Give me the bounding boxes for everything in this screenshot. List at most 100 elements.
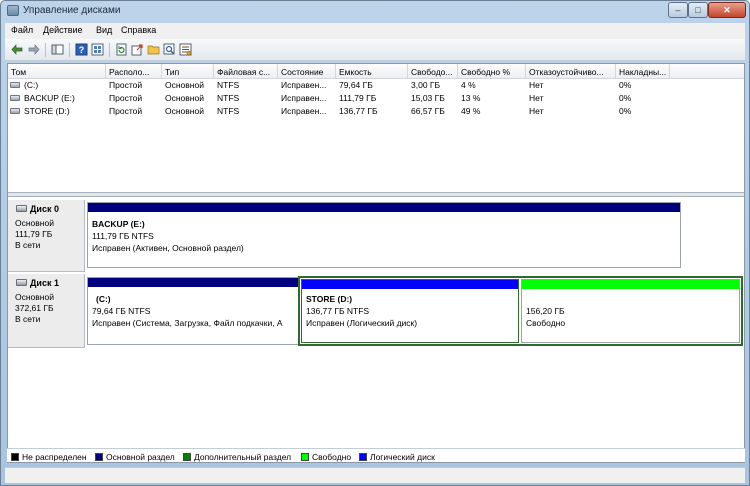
volume-status: Исправен... xyxy=(281,93,327,103)
title-bar: Управление дисками – □ ✕ xyxy=(1,1,749,21)
volume-row[interactable]: BACKUP (E:) Простой Основной NTFS Исправ… xyxy=(8,92,744,105)
volume-layout: Простой xyxy=(109,93,143,103)
disk-type: Основной xyxy=(15,218,54,228)
show-hide-console-tree-icon[interactable] xyxy=(51,43,64,56)
column-header-layout[interactable]: Располо... xyxy=(106,64,162,79)
back-arrow-icon[interactable] xyxy=(11,43,24,56)
disk-management-window: Управление дисками – □ ✕ Файл Действие В… xyxy=(0,0,750,486)
disk-type: Основной xyxy=(15,292,54,302)
volume-percent-free: 4 % xyxy=(461,80,476,90)
column-header-status[interactable]: Состояние xyxy=(278,64,336,79)
volume-row[interactable]: STORE (D:) Простой Основной NTFS Исправе… xyxy=(8,105,744,118)
drive-icon xyxy=(10,95,20,101)
extended-partition[interactable]: STORE (D:) 136,77 ГБ NTFS Исправен (Логи… xyxy=(298,276,743,346)
toolbar-separator xyxy=(69,43,70,57)
volume-list-header: Том Располо... Тип Файловая с... Состоян… xyxy=(8,64,744,79)
volume-file-system: NTFS xyxy=(217,93,240,103)
disk-row: Диск 1 Основной 372,61 ГБ В сети (C:) 79… xyxy=(8,274,744,348)
column-header-free-space[interactable]: Свободо... xyxy=(408,64,458,79)
partition-color-bar xyxy=(302,280,518,289)
column-header-type[interactable]: Тип xyxy=(162,64,214,79)
legend-label: Дополнительный раздел xyxy=(194,452,292,462)
minimize-button[interactable]: – xyxy=(668,2,688,18)
menu-action[interactable]: Действие xyxy=(43,25,83,35)
partition-backup[interactable]: BACKUP (E:) 111,79 ГБ NTFS Исправен (Акт… xyxy=(87,202,681,268)
toolbar-separator xyxy=(45,43,46,57)
disk-label[interactable]: Диск 1 Основной 372,61 ГБ В сети xyxy=(8,274,85,348)
volume-type: Основной xyxy=(165,80,204,90)
help-icon[interactable]: ? xyxy=(75,43,88,56)
svg-text:?: ? xyxy=(79,45,85,55)
search-icon[interactable] xyxy=(163,43,176,56)
volume-free-space: 3,00 ГБ xyxy=(411,80,441,90)
partition-state: Исправен (Логический диск) xyxy=(306,318,418,328)
refresh-icon[interactable] xyxy=(115,43,128,56)
legend-swatch xyxy=(359,453,367,461)
partition-free-space[interactable]: 156,20 ГБ Свободно xyxy=(521,279,740,343)
disk-management-icon xyxy=(7,5,19,16)
partition-size: 111,79 ГБ NTFS xyxy=(92,231,154,241)
settings-icon[interactable] xyxy=(179,43,192,56)
toolbar: ? xyxy=(5,39,745,61)
menu-file[interactable]: Файл xyxy=(11,25,33,35)
toolbar-separator xyxy=(109,43,110,57)
column-header-capacity[interactable]: Емкость xyxy=(336,64,408,79)
volume-layout: Простой xyxy=(109,80,143,90)
volume-status: Исправен... xyxy=(281,80,327,90)
legend-free: Свободно xyxy=(301,452,351,462)
menu-view[interactable]: Вид xyxy=(96,25,112,35)
volume-percent-free: 49 % xyxy=(461,106,481,116)
column-header-file-system[interactable]: Файловая с... xyxy=(214,64,278,79)
partition-size: 136,77 ГБ NTFS xyxy=(306,306,370,316)
column-header-percent-free[interactable]: Свободно % xyxy=(458,64,526,79)
volume-free-space: 15,03 ГБ xyxy=(411,93,445,103)
disk-size: 111,79 ГБ xyxy=(15,229,53,239)
partition-state: Исправен (Система, Загрузка, Файл подкач… xyxy=(92,318,283,328)
column-header-fault-tolerance[interactable]: Отказоустойчиво... xyxy=(526,64,616,79)
partition-color-bar xyxy=(88,203,680,212)
column-header-overhead[interactable]: Накладны... xyxy=(616,64,670,79)
disk-status: В сети xyxy=(15,314,41,324)
legend-swatch xyxy=(183,453,191,461)
volume-overhead: 0% xyxy=(619,93,632,103)
forward-arrow-icon[interactable] xyxy=(27,43,40,56)
partition-c[interactable]: (C:) 79,64 ГБ NTFS Исправен (Система, За… xyxy=(87,277,299,345)
partition-color-bar xyxy=(522,280,739,289)
menu-help[interactable]: Справка xyxy=(121,25,156,35)
volume-percent-free: 13 % xyxy=(461,93,481,103)
disk-row: Диск 0 Основной 111,79 ГБ В сети BACKUP … xyxy=(8,200,744,272)
volume-name: STORE (D:) xyxy=(24,106,70,116)
properties-icon[interactable] xyxy=(91,43,104,56)
legend-bar: Не распределен Основной раздел Дополните… xyxy=(7,448,745,462)
export-icon[interactable] xyxy=(131,43,144,56)
disk-status: В сети xyxy=(15,240,41,250)
volume-overhead: 0% xyxy=(619,106,632,116)
menu-bar: Файл Действие Вид Справка xyxy=(5,23,745,39)
partition-state: Исправен (Активен, Основной раздел) xyxy=(92,243,244,253)
volume-capacity: 111,79 ГБ xyxy=(339,93,377,103)
pane-splitter[interactable] xyxy=(8,192,744,197)
partition-size: 79,64 ГБ NTFS xyxy=(92,306,151,316)
volume-row[interactable]: (C:) Простой Основной NTFS Исправен... 7… xyxy=(8,79,744,92)
drive-icon xyxy=(10,108,20,114)
volume-overhead: 0% xyxy=(619,80,632,90)
partition-color-bar xyxy=(88,278,298,287)
column-header-volume[interactable]: Том xyxy=(8,64,106,79)
volume-status: Исправен... xyxy=(281,106,327,116)
volume-type: Основной xyxy=(165,106,204,116)
volume-type: Основной xyxy=(165,93,204,103)
partition-store[interactable]: STORE (D:) 136,77 ГБ NTFS Исправен (Логи… xyxy=(301,279,519,343)
main-content: Том Располо... Тип Файловая с... Состоян… xyxy=(7,63,745,463)
status-bar xyxy=(5,467,745,483)
open-folder-icon[interactable] xyxy=(147,43,160,56)
drive-icon xyxy=(10,82,20,88)
partition-name: STORE (D:) xyxy=(306,294,353,304)
volume-file-system: NTFS xyxy=(217,106,240,116)
maximize-button[interactable]: □ xyxy=(688,2,708,18)
legend-label: Логический диск xyxy=(370,452,435,462)
legend-extended: Дополнительный раздел xyxy=(183,452,291,462)
close-button[interactable]: ✕ xyxy=(708,2,746,18)
volume-name: (C:) xyxy=(24,80,39,90)
window-title: Управление дисками xyxy=(23,5,121,16)
disk-label[interactable]: Диск 0 Основной 111,79 ГБ В сети xyxy=(8,200,85,272)
